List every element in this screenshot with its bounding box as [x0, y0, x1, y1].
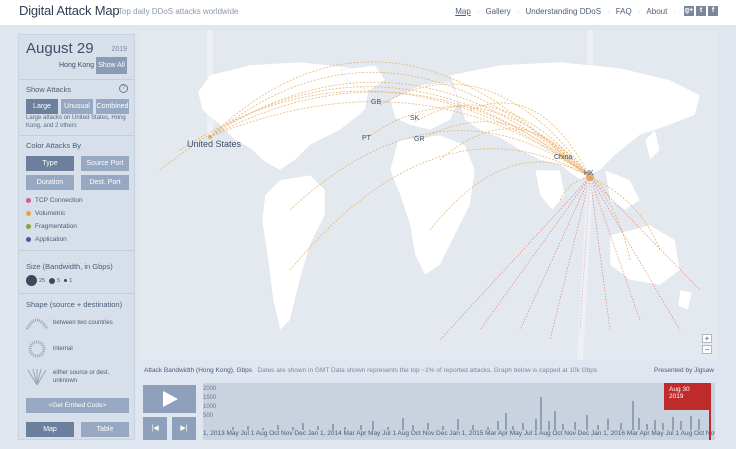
- timeline-note: Dates are shown in GMT Data shown repres…: [257, 367, 598, 374]
- color-by-dest-port-button[interactable]: Dest. Port: [81, 175, 129, 190]
- legend-label: TCP Connection: [35, 197, 83, 204]
- legend-label: Fragmentation: [35, 223, 77, 230]
- google-plus-icon[interactable]: g+: [684, 6, 694, 16]
- facebook-icon[interactable]: f: [708, 6, 718, 16]
- help-icon[interactable]: ?: [119, 84, 128, 93]
- size-value: 1: [69, 277, 73, 284]
- map-label-gr[interactable]: GR: [414, 136, 425, 143]
- nav-separator: ·: [673, 6, 676, 16]
- get-embed-code-button[interactable]: <Get Embed Code>: [26, 398, 129, 413]
- shape-title: Shape (source + destination): [26, 300, 123, 309]
- x-axis-ticks: 1, 2013 May Jul 1 Aug Oct Nov Dec Jan 1,…: [203, 430, 715, 437]
- large-attacks-button[interactable]: Large: [26, 99, 58, 114]
- nav-gallery[interactable]: Gallery: [483, 7, 512, 16]
- shape-label: between two countries: [53, 320, 113, 326]
- combined-attacks-button[interactable]: Combined: [96, 99, 129, 114]
- presented-by[interactable]: Presented by Jigsaw: [654, 367, 714, 374]
- application-dot-icon: [26, 237, 31, 242]
- nav-separator: ·: [476, 6, 480, 16]
- top-header: Digital Attack Map Top daily DDoS attack…: [0, 0, 736, 26]
- color-by-duration-button[interactable]: Duration: [26, 175, 74, 190]
- medium-circle-icon: [49, 277, 56, 284]
- nav-understanding-ddos[interactable]: Understanding DDoS: [523, 7, 603, 16]
- map-label-pt[interactable]: PT: [362, 135, 371, 142]
- unusual-attacks-button[interactable]: Unusual: [61, 99, 93, 114]
- legend-label: Application: [35, 236, 67, 243]
- map-canvas: [140, 30, 718, 360]
- bandwidth-timeline-chart[interactable]: 2000 1500 1000 500 1, 2013 May Jul 1 Aug…: [203, 383, 715, 440]
- size-value: 25: [39, 277, 46, 284]
- show-all-button[interactable]: Show All: [96, 57, 127, 74]
- shape-unknown: either source or dest. unknown: [26, 368, 115, 386]
- twitter-icon[interactable]: t: [696, 6, 706, 16]
- size-legend: 25 5 1: [26, 275, 72, 286]
- social-links: g+ t f: [684, 6, 718, 16]
- step-back-button[interactable]: |◀: [143, 417, 167, 440]
- nav-map[interactable]: Map: [453, 7, 473, 16]
- marker-year: 2019: [669, 393, 684, 400]
- map-label-united-states[interactable]: United States: [187, 139, 241, 149]
- size-title: Size (Bandwidth, in Gbps): [26, 262, 113, 271]
- legend-tcp-connection: TCP Connection: [26, 197, 83, 204]
- world-map[interactable]: United States GB SK PT GR China HK + −: [140, 30, 718, 360]
- tcp-dot-icon: [26, 198, 31, 203]
- date-marker-line[interactable]: [709, 383, 711, 440]
- nav-about[interactable]: About: [644, 7, 669, 16]
- volumetric-dot-icon: [26, 211, 31, 216]
- shape-label: either source or dest. unknown: [53, 370, 110, 384]
- date-marker[interactable]: Aug 30 2019: [664, 383, 709, 410]
- divider: [19, 79, 134, 80]
- site-title[interactable]: Digital Attack Map: [19, 3, 120, 18]
- fragmentation-dot-icon: [26, 224, 31, 229]
- map-label-china[interactable]: China: [554, 154, 572, 161]
- divider: [19, 135, 134, 136]
- color-by-type-button[interactable]: Type: [26, 156, 74, 171]
- zoom-in-button[interactable]: +: [702, 334, 712, 343]
- color-by-source-port-button[interactable]: Source Port: [81, 156, 129, 171]
- divider: [19, 250, 134, 251]
- map-label-hk[interactable]: HK: [584, 170, 594, 177]
- ring-shape-icon: [28, 340, 46, 358]
- legend-application: Application: [26, 236, 67, 243]
- zoom-out-button[interactable]: −: [702, 345, 712, 354]
- size-value: 5: [57, 277, 61, 284]
- current-date: August 29: [26, 40, 94, 57]
- nav-separator: ·: [516, 6, 520, 16]
- timeline-bars: [232, 397, 700, 430]
- site-tagline: Top daily DDoS attacks worldwide: [118, 7, 239, 16]
- small-circle-icon: [64, 279, 68, 282]
- selected-location: Hong Kong: [59, 62, 95, 69]
- marker-date: Aug 30: [669, 386, 690, 393]
- shape-between-countries: between two countries: [26, 316, 113, 330]
- divider: [19, 293, 134, 294]
- nav-separator: ·: [637, 6, 641, 16]
- color-attacks-title: Color Attacks By: [26, 141, 82, 150]
- show-attacks-title: Show Attacks: [26, 85, 72, 94]
- map-label-gb[interactable]: GB: [371, 99, 381, 106]
- timeline-title: Attack Bandwidth (Hong Kong), Gbps: [144, 367, 253, 374]
- main-nav: Map · Gallery · Understanding DDoS · FAQ…: [453, 6, 718, 16]
- attack-filter-note: Large attacks on United States, Hong Kon…: [26, 115, 126, 129]
- legend-fragmentation: Fragmentation: [26, 223, 77, 230]
- play-button[interactable]: [143, 385, 196, 413]
- shape-label: internal: [53, 346, 73, 352]
- current-year: 2019: [111, 46, 127, 53]
- table-view-button[interactable]: Table: [81, 422, 129, 437]
- shape-internal: internal: [26, 340, 73, 358]
- fan-shape-icon: [27, 368, 47, 386]
- nav-separator: ·: [607, 6, 610, 16]
- legend-volumetric: Volumetric: [26, 210, 65, 217]
- map-view-button[interactable]: Map: [26, 422, 74, 437]
- control-sidebar: August 29 2019 Hong Kong Show All Show A…: [18, 34, 135, 440]
- arc-shape-icon: [26, 318, 48, 330]
- timeline-caption: Attack Bandwidth (Hong Kong), Gbps Dates…: [144, 367, 597, 374]
- legend-label: Volumetric: [35, 210, 66, 217]
- nav-faq[interactable]: FAQ: [614, 7, 634, 16]
- large-circle-icon: [26, 275, 37, 286]
- step-forward-button[interactable]: ▶|: [172, 417, 196, 440]
- map-label-sk[interactable]: SK: [410, 115, 419, 122]
